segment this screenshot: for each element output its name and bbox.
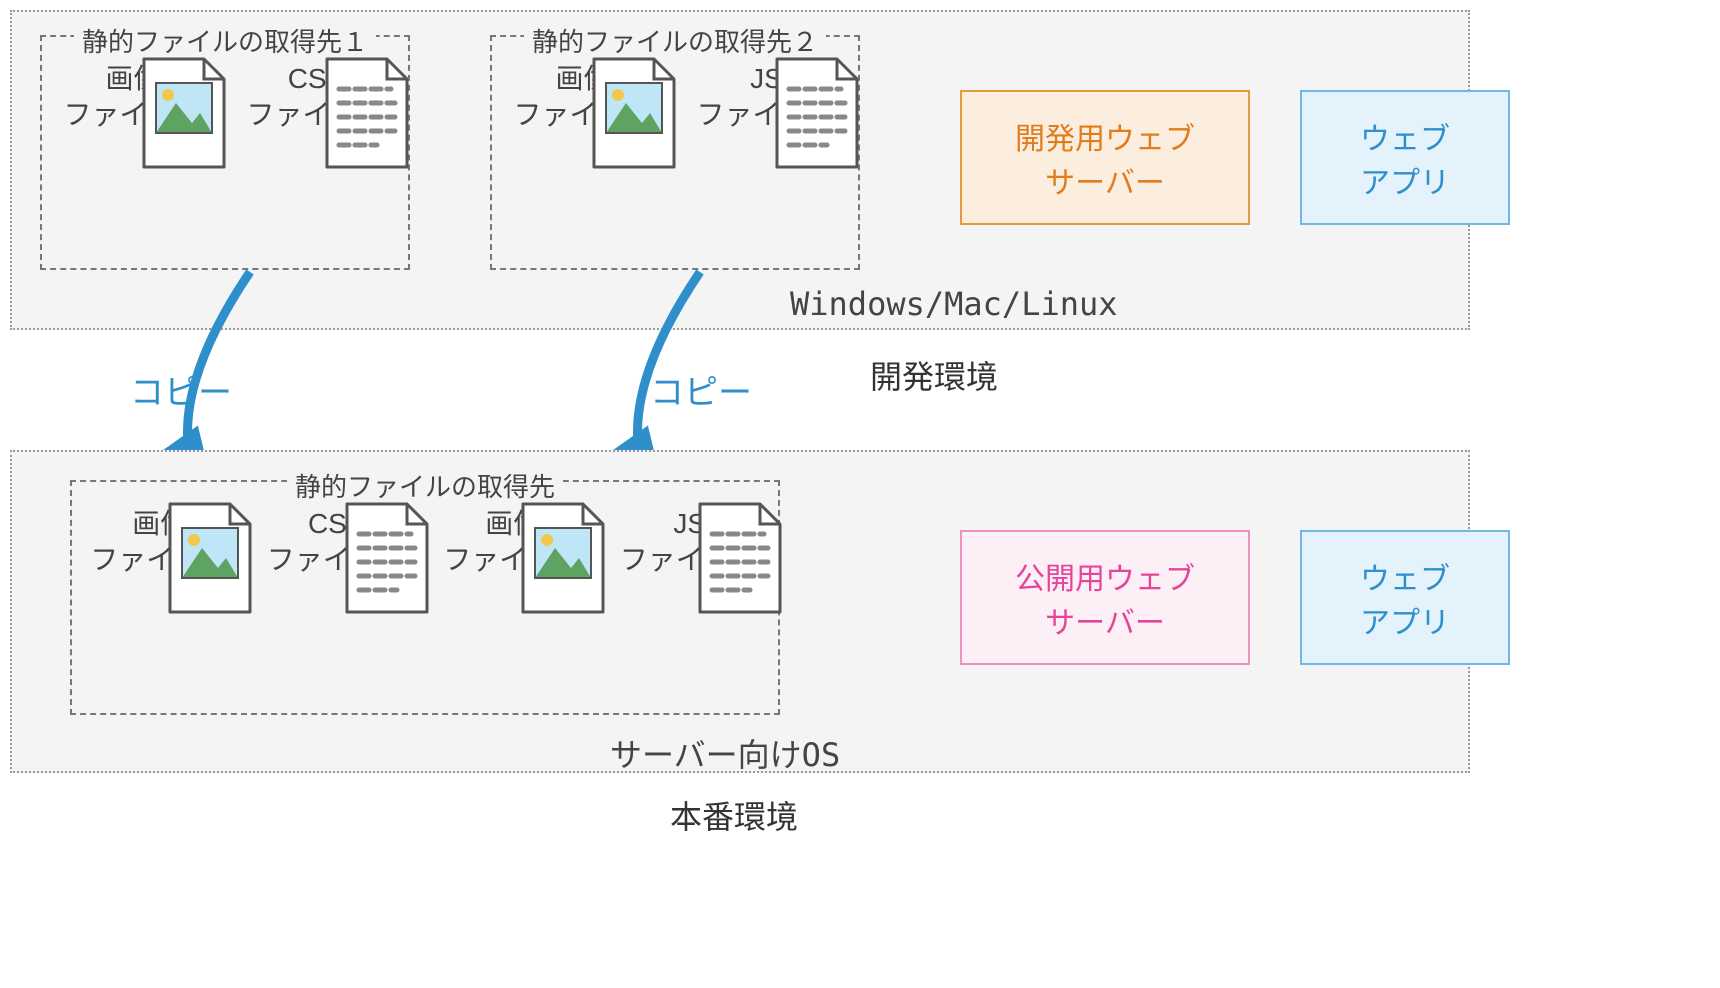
prod-os-label: サーバー向けOS	[610, 730, 840, 776]
prod-static-source: 静的ファイルの取得先 画像ファイル１ CSSファイル１	[70, 480, 780, 715]
file-item: 画像ファイル１	[54, 55, 214, 134]
copy-label-1: コピー	[130, 365, 232, 414]
prod-web-app-box: ウェブ アプリ	[1300, 530, 1510, 665]
dev-static-source-2: 静的ファイルの取得先２ 画像ファイル２ JSファイル１	[490, 35, 860, 270]
file-item: 画像ファイル２	[433, 500, 593, 579]
file-item: JSファイル１	[687, 55, 847, 134]
prod-web-server-box: 公開用ウェブ サーバー	[960, 530, 1250, 665]
dev-group2-legend: 静的ファイルの取得先２	[524, 22, 826, 59]
dev-os-label: Windows/Mac/Linux	[790, 285, 1118, 323]
prod-env-label: 本番環境	[670, 792, 798, 838]
dev-group1-legend: 静的ファイルの取得先１	[74, 22, 376, 59]
file-item: 画像ファイル２	[504, 55, 664, 134]
prod-group-legend: 静的ファイルの取得先	[287, 467, 563, 504]
dev-web-server-box: 開発用ウェブ サーバー	[960, 90, 1250, 225]
file-item: CSSファイル１	[257, 500, 417, 579]
dev-web-app-box: ウェブ アプリ	[1300, 90, 1510, 225]
file-item: 画像ファイル１	[80, 500, 240, 579]
copy-label-2: コピー	[650, 365, 752, 414]
dev-env-label: 開発環境	[870, 352, 998, 398]
file-item: JSファイル１	[610, 500, 770, 579]
dev-static-source-1: 静的ファイルの取得先１ 画像ファイル１ CSSファイル１	[40, 35, 410, 270]
file-item: CSSファイル１	[237, 55, 397, 134]
